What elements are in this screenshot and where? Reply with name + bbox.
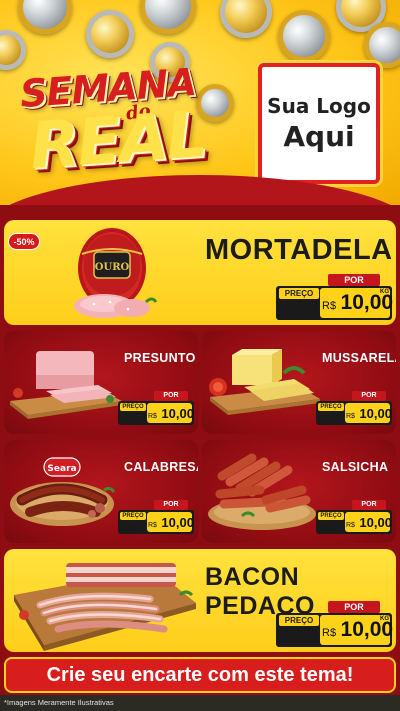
campaign-title: SEMANA do REAL <box>14 58 244 184</box>
new-price-currency: R$ <box>322 627 337 639</box>
price-tag: POR PREÇO R$ 20,00 R$ 10,00 <box>118 498 194 536</box>
new-price: R$ 10,00 <box>147 403 194 423</box>
price-tag: POR PREÇO R$ 20,00 R$ 10,00 <box>316 389 392 427</box>
discount-badge: -50% <box>8 233 40 250</box>
coin-icon <box>18 0 72 34</box>
preco-label: PREÇO <box>279 615 319 626</box>
old-price: R$ 20,00 <box>120 522 149 531</box>
logo-text-line2: Aqui <box>283 120 355 153</box>
old-price: R$ 20,00 <box>279 629 319 641</box>
old-price-value: 20,00 <box>291 629 320 641</box>
logo-placeholder[interactable]: Sua Logo Aqui <box>258 63 380 184</box>
new-price: R$ 10,00 <box>345 403 392 423</box>
new-price-currency: R$ <box>346 413 355 420</box>
coin-icon <box>278 10 330 62</box>
create-flyer-button[interactable]: Crie seu encarte com este tema! <box>4 657 396 693</box>
new-price: R$ 10,00 <box>345 512 392 532</box>
old-price-value: 20,00 <box>291 302 320 314</box>
old-price-currency: R$ <box>279 304 289 313</box>
old-price-currency: R$ <box>120 525 128 531</box>
por-label: POR <box>328 274 380 286</box>
new-price-currency: R$ <box>148 522 157 529</box>
new-price: R$ 10,00 <box>147 512 194 532</box>
brand-ouro-label: OURO <box>95 262 130 273</box>
bacon-product-card[interactable]: BACON PEDAÇO POR PREÇO R$ 20,00 R$ 10,00… <box>4 549 396 652</box>
featured-product-card[interactable]: OURO MORTADELA POR PREÇO R$ 20,00 R$ 10,… <box>4 220 396 325</box>
product-card-salsicha[interactable]: SALSICHA POR PREÇO R$ 20,00 R$ 10,00 <box>202 440 396 543</box>
preco-label: PREÇO <box>279 288 319 299</box>
product-name: SALSICHA <box>322 460 389 474</box>
header-banner: SEMANA do REAL Sua Logo Aqui <box>0 0 400 205</box>
new-price-currency: R$ <box>148 413 157 420</box>
coin-icon <box>140 0 196 34</box>
mortadela-image: OURO <box>74 228 158 318</box>
price-tag: POR PREÇO R$ 20,00 R$ 10,00 <box>118 389 194 427</box>
coin-icon <box>364 22 400 68</box>
salsicha-image <box>208 453 316 530</box>
old-price: R$ 20,00 <box>279 302 319 314</box>
new-price-value: 10,00 <box>161 515 194 530</box>
por-label: POR <box>352 391 386 401</box>
price-tag: POR PREÇO R$ 20,00 R$ 10,00 <box>316 498 392 536</box>
disclaimer-footnote: *Imagens Meramente Ilustrativas <box>0 695 400 711</box>
bacon-image <box>14 563 196 651</box>
new-price-value: 10,00 <box>161 406 194 421</box>
old-price: R$ 20,00 <box>120 413 149 422</box>
product-card-presunto[interactable]: PRESUNTO POR PREÇO R$ 20,00 R$ 10,00 <box>4 331 198 434</box>
old-price: R$ 20,00 <box>318 522 347 531</box>
preco-label: PREÇO <box>120 512 146 520</box>
new-price-value: 10,00 <box>359 406 392 421</box>
unit-label: KG <box>380 616 389 622</box>
coin-icon <box>86 10 134 58</box>
old-price: R$ 20,00 <box>318 413 347 422</box>
new-price-currency: R$ <box>322 300 337 312</box>
product-card-calabresa[interactable]: Seara CALABRESA POR PREÇO R$ 20,00 R$ 10… <box>4 440 198 543</box>
coin-icon <box>220 0 272 38</box>
featured-product-name: MORTADELA <box>205 234 393 266</box>
presunto-image <box>10 351 122 419</box>
product-name: PRESUNTO <box>124 351 196 365</box>
por-label: POR <box>352 500 386 510</box>
brand-seara-label: Seara <box>47 464 76 474</box>
old-price-currency: R$ <box>318 416 326 422</box>
featured-price-tag: POR PREÇO R$ 20,00 R$ 10,00 KG <box>276 272 393 322</box>
old-price-currency: R$ <box>279 631 289 640</box>
logo-text-line1: Sua Logo <box>267 94 371 118</box>
calabresa-image: Seara <box>10 457 116 526</box>
preco-label: PREÇO <box>318 512 344 520</box>
bacon-price-tag: POR PREÇO R$ 20,00 R$ 10,00 KG <box>276 599 393 649</box>
new-price-value: 10,00 <box>359 515 392 530</box>
por-label: POR <box>154 500 188 510</box>
product-name: CALABRESA <box>124 460 198 474</box>
old-price-currency: R$ <box>318 525 326 531</box>
mussarela-image <box>209 349 320 415</box>
por-label: POR <box>328 601 380 613</box>
product-card-mussarela[interactable]: MUSSARELA POR PREÇO R$ 20,00 R$ 10,00 <box>202 331 396 434</box>
product-name: MUSSARELA <box>322 351 396 365</box>
unit-label: KG <box>380 289 389 295</box>
title-real: REAL <box>27 97 208 185</box>
old-price-currency: R$ <box>120 416 128 422</box>
new-price-currency: R$ <box>346 522 355 529</box>
preco-label: PREÇO <box>318 403 344 411</box>
por-label: POR <box>154 391 188 401</box>
preco-label: PREÇO <box>120 403 146 411</box>
